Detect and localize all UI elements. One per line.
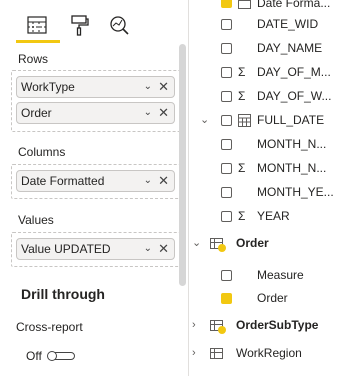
field-row[interactable]: Measure	[189, 264, 347, 286]
close-icon[interactable]: ✕	[158, 103, 169, 123]
toggle-state-label: Off	[26, 349, 42, 363]
field-checkbox[interactable]	[221, 270, 232, 281]
close-icon[interactable]: ✕	[158, 171, 169, 191]
chevron-right-icon[interactable]: ›	[192, 342, 196, 364]
field-row[interactable]: Σ YEAR	[189, 205, 347, 227]
field-label: Date Forma...	[257, 0, 331, 10]
table-label: WorkRegion	[236, 346, 302, 360]
toggle-knob	[47, 351, 57, 361]
values-field-pill[interactable]: Value UPDATED ⌄ ✕	[16, 238, 175, 260]
field-row[interactable]: DATE_WID	[189, 13, 347, 35]
pane-scrollbar[interactable]	[179, 44, 186, 286]
visualizations-pane: Rows WorkType ⌄ ✕ Order ⌄ ✕ Columns Date…	[0, 0, 188, 376]
pill-label: Order	[21, 106, 52, 120]
table-header-order[interactable]: ⌄ Order	[189, 232, 347, 254]
calendar-icon	[238, 0, 251, 9]
chevron-down-icon[interactable]: ⌄	[144, 239, 152, 259]
values-well[interactable]: Value UPDATED ⌄ ✕	[11, 232, 182, 267]
field-row[interactable]: MONTH_N...	[189, 133, 347, 155]
field-label: MONTH_YE...	[257, 185, 334, 199]
selection-badge	[218, 326, 226, 334]
pill-label: Date Formatted	[21, 174, 105, 188]
sigma-icon: Σ	[238, 209, 246, 223]
chevron-down-icon[interactable]: ⌄	[144, 103, 152, 123]
table-icon	[210, 348, 223, 359]
columns-label: Columns	[18, 145, 66, 159]
cross-report-label: Cross-report	[16, 320, 83, 334]
active-tab-indicator	[16, 40, 60, 43]
chevron-down-icon[interactable]: ⌄	[144, 77, 152, 97]
field-label: MONTH_N...	[257, 161, 327, 175]
sigma-icon: Σ	[238, 161, 246, 175]
field-row[interactable]: DAY_NAME	[189, 37, 347, 59]
field-label: MONTH_N...	[257, 137, 327, 151]
field-checkbox[interactable]	[221, 0, 232, 8]
values-label: Values	[18, 213, 54, 227]
field-label: DAY_OF_W...	[257, 89, 332, 103]
field-row[interactable]: Σ MONTH_N...	[189, 157, 347, 179]
drill-through-title: Drill through	[21, 286, 105, 302]
table-header-workregion[interactable]: › WorkRegion	[189, 342, 347, 364]
field-checkbox[interactable]	[221, 163, 232, 174]
field-checkbox[interactable]	[221, 139, 232, 150]
rows-well[interactable]: WorkType ⌄ ✕ Order ⌄ ✕	[11, 70, 182, 132]
field-checkbox[interactable]	[221, 211, 232, 222]
field-checkbox[interactable]	[221, 67, 232, 78]
field-label: FULL_DATE	[257, 113, 325, 127]
sigma-icon: Σ	[238, 89, 246, 103]
table-label: OrderSubType	[236, 318, 319, 332]
rows-field-pill[interactable]: Order ⌄ ✕	[16, 102, 175, 124]
field-checkbox[interactable]	[221, 187, 232, 198]
field-label: Measure	[257, 268, 304, 282]
chevron-right-icon[interactable]: ›	[192, 314, 196, 336]
format-visual-tab[interactable]	[66, 12, 92, 38]
table-grid-icon	[27, 16, 47, 34]
pill-label: WorkType	[21, 80, 75, 94]
field-checkbox[interactable]	[221, 293, 232, 304]
field-label: DAY_OF_M...	[257, 65, 331, 79]
field-label: YEAR	[257, 209, 290, 223]
close-icon[interactable]: ✕	[158, 77, 169, 97]
field-row[interactable]: Σ DAY_OF_W...	[189, 85, 347, 107]
field-checkbox[interactable]	[221, 91, 232, 102]
table-header-ordersubtype[interactable]: › OrderSubType	[189, 314, 347, 336]
chevron-down-icon[interactable]: ⌄	[192, 232, 201, 254]
cross-report-toggle[interactable]	[47, 349, 77, 363]
close-icon[interactable]: ✕	[158, 239, 169, 259]
rows-label: Rows	[18, 52, 49, 66]
columns-well[interactable]: Date Formatted ⌄ ✕	[11, 164, 182, 199]
field-checkbox[interactable]	[221, 19, 232, 30]
field-row[interactable]: MONTH_YE...	[189, 181, 347, 203]
chevron-down-icon[interactable]: ⌄	[144, 171, 152, 191]
calendar-icon	[238, 114, 251, 127]
pane-tabs	[16, 8, 176, 42]
rows-field-pill[interactable]: WorkType ⌄ ✕	[16, 76, 175, 98]
field-label: DAY_NAME	[257, 41, 323, 55]
sigma-icon: Σ	[238, 65, 246, 79]
build-visual-tab[interactable]	[24, 12, 50, 38]
analytics-tab[interactable]	[106, 12, 132, 38]
chevron-down-icon[interactable]: ⌄	[200, 109, 209, 131]
paint-roller-icon	[71, 15, 89, 36]
columns-field-pill[interactable]: Date Formatted ⌄ ✕	[16, 170, 175, 192]
field-row[interactable]: Order	[189, 287, 347, 309]
selection-badge	[218, 244, 226, 252]
field-row[interactable]: ⌄ FULL_DATE	[189, 109, 347, 131]
pill-label: Value UPDATED	[21, 242, 111, 256]
field-label: Order	[257, 291, 288, 305]
field-label: DATE_WID	[257, 17, 319, 31]
field-checkbox[interactable]	[221, 43, 232, 54]
field-row[interactable]: Σ DAY_OF_M...	[189, 61, 347, 83]
field-row[interactable]: Date Forma...	[189, 0, 347, 14]
fields-list: Date Forma... DATE_WID DAY_NAME Σ DAY_OF…	[189, 0, 347, 376]
analytics-magnifier-icon	[110, 16, 129, 35]
table-label: Order	[236, 236, 269, 250]
field-checkbox[interactable]	[221, 115, 232, 126]
